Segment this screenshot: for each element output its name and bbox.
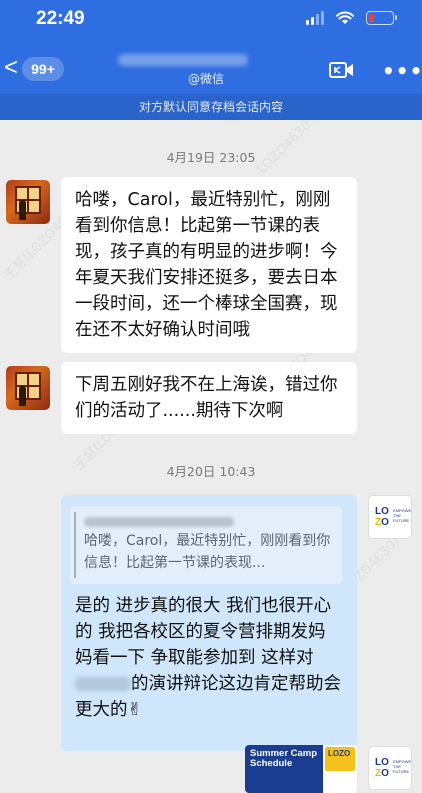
archive-notice: 对方默认同意存档会话内容 bbox=[0, 94, 422, 120]
redacted-text bbox=[75, 677, 131, 691]
contact-avatar[interactable] bbox=[6, 366, 50, 410]
self-avatar[interactable]: LOZO EMPOWER THE FUTURE bbox=[368, 746, 412, 790]
avatar-logo-text: LO ZO bbox=[375, 757, 389, 779]
status-icons bbox=[306, 11, 397, 25]
incoming-message-bubble[interactable]: 下周五刚好我不在上海诶，错过你们的活动了......期待下次啊 bbox=[61, 362, 357, 434]
battery-icon bbox=[366, 11, 397, 25]
contact-name-redacted bbox=[118, 54, 248, 66]
incoming-message-bubble[interactable]: 哈喽，Carol，最近特别忙，刚刚看到你信息！比起第一节课的表现，孩子真的有明显… bbox=[61, 177, 357, 353]
card-title: Summer Camp Schedule bbox=[245, 745, 323, 793]
contact-source: @微信 bbox=[188, 72, 225, 86]
status-time: 22:49 bbox=[36, 8, 85, 29]
message-text: 下周五刚好我不在上海诶，错过你们的活动了......期待下次啊 bbox=[75, 375, 338, 421]
self-avatar[interactable]: LOZO EMPOWER THE FUTURE bbox=[368, 495, 412, 539]
wifi-icon bbox=[336, 11, 354, 24]
avatar-logo-tagline: EMPOWER THE FUTURE bbox=[393, 759, 412, 774]
message-timestamp: 4月20日 10:43 bbox=[166, 464, 256, 479]
quoted-text: 哈喽，Carol，最近特别忙，刚刚看到你信息！比起第一节课的表现... bbox=[84, 533, 331, 571]
message-text: 哈喽，Carol，最近特别忙，刚刚看到你信息！比起第一节课的表现，孩子真的有明显… bbox=[75, 190, 338, 340]
unread-badge[interactable]: 99+ bbox=[22, 57, 64, 81]
cellular-signal-icon bbox=[306, 11, 324, 25]
chat-header: 22:49 < 99+ @微信 ••• bbox=[0, 0, 422, 94]
message-timestamp: 4月19日 23:05 bbox=[166, 150, 256, 165]
avatar-logo-text: LO ZO bbox=[375, 506, 389, 528]
back-icon[interactable]: < bbox=[4, 56, 18, 80]
nav-bar: < 99+ @微信 ••• bbox=[0, 48, 422, 92]
quoted-message[interactable]: 哈喽，Carol，最近特别忙，刚刚看到你信息！比起第一节课的表现... bbox=[70, 506, 342, 584]
quoted-sender-redacted bbox=[84, 514, 334, 530]
message-text-part: 是的 进步真的很大 我们也很开心的 我把各校区的夏令营排期发妈妈看一下 争取能参… bbox=[75, 596, 332, 668]
video-call-icon[interactable] bbox=[329, 61, 355, 79]
card-logo: LOZO bbox=[325, 747, 355, 771]
more-icon[interactable]: ••• bbox=[382, 59, 422, 83]
avatar-logo-tagline: EMPOWER THE FUTURE bbox=[393, 508, 412, 523]
summer-camp-image-message[interactable]: Summer Camp Schedule LOZO bbox=[245, 745, 357, 793]
contact-avatar[interactable] bbox=[6, 180, 50, 224]
